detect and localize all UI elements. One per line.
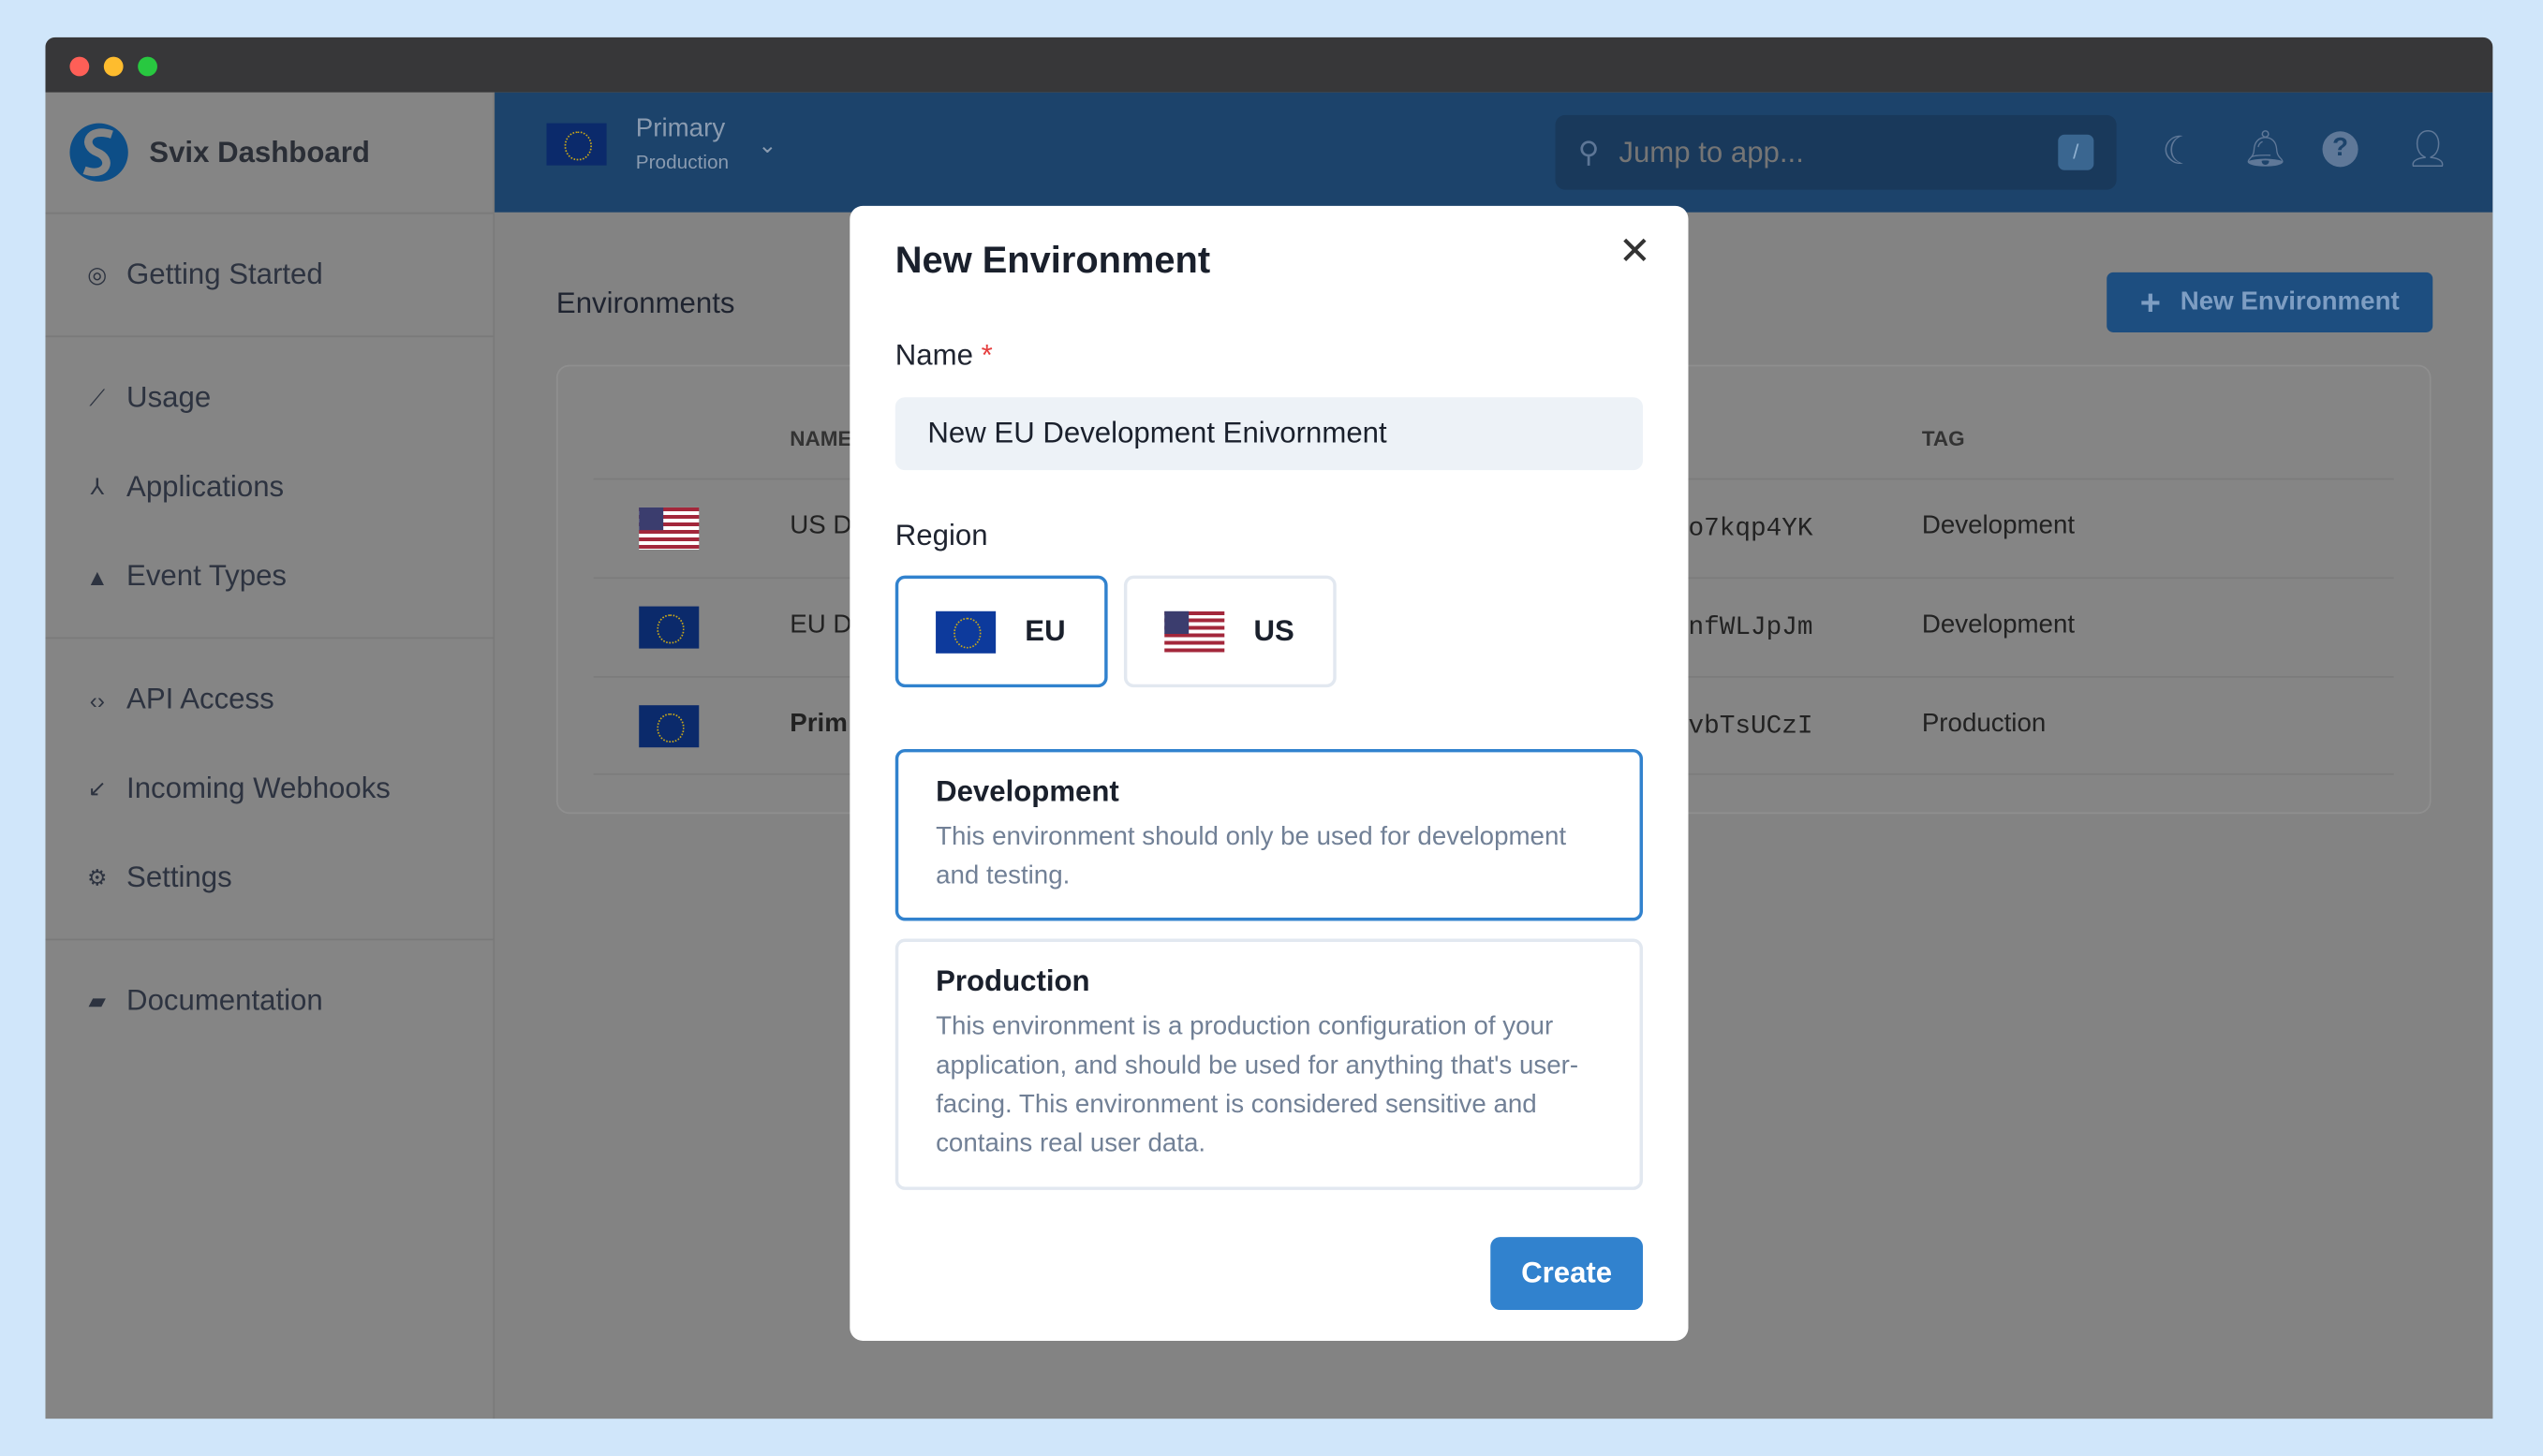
label: New Environment: [2180, 287, 2400, 316]
eu-flag-icon: [639, 705, 700, 748]
label: Incoming Webhooks: [126, 772, 391, 804]
gear-icon: ⚙: [87, 863, 108, 890]
new-environment-button[interactable]: + New Environment: [2107, 272, 2433, 332]
sidebar-item-api-access[interactable]: ‹› API Access: [45, 655, 493, 744]
region-us-button[interactable]: US: [1123, 575, 1337, 688]
sidebar: Svix Dashboard ◎ Getting Started ⟋ Usage ⅄…: [45, 92, 495, 1419]
sidebar-item-applications[interactable]: ⅄ Applications: [45, 443, 493, 532]
chart-line-icon: ⟋: [89, 384, 106, 411]
maximize-window-button[interactable]: [138, 56, 157, 77]
shapes-icon: ▲: [85, 563, 109, 590]
env-id: nfWLJpJm: [1688, 612, 1813, 642]
book-icon: ▰: [88, 987, 107, 1014]
sidebar-item-settings[interactable]: ⚙ Settings: [45, 833, 493, 922]
us-flag-icon: [1164, 610, 1225, 653]
label: Usage: [126, 380, 212, 414]
env-name: Prim: [790, 710, 848, 738]
env-name: EU D: [790, 610, 852, 640]
env-tag: Development: [1921, 610, 2076, 640]
env-tag: Development: [1921, 512, 2076, 540]
column-header-name: NAME: [790, 426, 852, 451]
environment-switcher[interactable]: Primary Production ⌄: [546, 114, 777, 174]
required-mark: *: [981, 338, 993, 372]
eu-flag-icon: [546, 123, 607, 166]
logo[interactable]: Svix Dashboard: [45, 93, 494, 214]
eu-flag-icon: [639, 606, 700, 649]
label: Getting Started: [126, 257, 323, 290]
label: Name: [894, 338, 973, 372]
moon-icon[interactable]: ☾: [2162, 128, 2196, 175]
type-development-option[interactable]: Development This environment should only …: [894, 748, 1644, 921]
close-window-button[interactable]: [69, 56, 90, 77]
sidebar-item-incoming-webhooks[interactable]: ↙ Incoming Webhooks: [45, 744, 493, 833]
us-flag-icon: [639, 507, 700, 550]
help-icon[interactable]: ?: [2322, 131, 2358, 168]
env-tag: Production: [635, 151, 730, 174]
env-id: vbTsUCzI: [1688, 712, 1813, 742]
search-input[interactable]: [1619, 135, 2039, 169]
sidebar-item-getting-started[interactable]: ◎ Getting Started: [45, 230, 493, 319]
eu-flag-icon: [936, 610, 997, 653]
column-header-tag: TAG: [1921, 426, 1965, 451]
minimize-window-button[interactable]: [103, 56, 124, 77]
svix-logo-icon: [69, 123, 128, 182]
type-production-option[interactable]: Production This environment is a producti…: [894, 938, 1644, 1190]
env-name: US D: [790, 512, 852, 540]
label: Event Types: [126, 559, 288, 592]
sidebar-item-event-types[interactable]: ▲ Event Types: [45, 532, 493, 621]
dialog-title: New Environment: [894, 238, 1211, 281]
name-input[interactable]: [894, 397, 1644, 471]
label: Applications: [126, 470, 285, 503]
plus-icon: +: [2139, 281, 2161, 322]
app-title: Svix Dashboard: [149, 135, 370, 169]
option-desc: This environment is a production configu…: [936, 1013, 1579, 1158]
region-label: Region: [894, 519, 988, 552]
arrow-down-left-icon: ↙: [87, 774, 108, 802]
env-tag: Production: [1921, 710, 2047, 738]
label: Settings: [126, 860, 232, 894]
nodes-icon: ⅄: [90, 473, 105, 500]
env-id: o7kqp4YK: [1688, 513, 1813, 544]
option-title: Production: [936, 964, 1090, 997]
label: API Access: [126, 682, 274, 715]
name-label: Name *: [895, 339, 993, 373]
label: US: [1253, 614, 1294, 647]
env-name: Primary: [635, 114, 726, 143]
title-bar: [45, 37, 2493, 93]
create-button[interactable]: Create: [1490, 1237, 1644, 1311]
chevron-down-icon: ⌄: [758, 130, 777, 157]
sidebar-item-documentation[interactable]: ▰ Documentation: [45, 957, 493, 1046]
region-eu-button[interactable]: EU: [894, 575, 1108, 688]
bell-icon[interactable]: 🔔︎: [2243, 128, 2288, 170]
top-bar: Primary Production ⌄ ⚲ / ☾ 🔔︎ ? 👤︎: [495, 92, 2493, 213]
search-icon: ⚲: [1577, 135, 1600, 169]
close-icon[interactable]: ✕: [1619, 228, 1651, 275]
sidebar-item-usage[interactable]: ⟋ Usage: [45, 353, 493, 442]
page-title: Environments: [555, 287, 735, 320]
search-box[interactable]: ⚲ /: [1555, 114, 2117, 190]
shortcut-badge: /: [2058, 134, 2094, 170]
user-icon[interactable]: 👤︎: [2405, 128, 2450, 170]
new-environment-dialog: New Environment ✕ Name * Region EU US De…: [850, 205, 1689, 1341]
code-icon: ‹›: [89, 686, 105, 713]
option-desc: This environment should only be used for…: [936, 823, 1567, 890]
label: Documentation: [126, 984, 323, 1017]
target-icon: ◎: [87, 260, 108, 287]
option-title: Development: [936, 774, 1119, 808]
label: EU: [1025, 614, 1066, 647]
